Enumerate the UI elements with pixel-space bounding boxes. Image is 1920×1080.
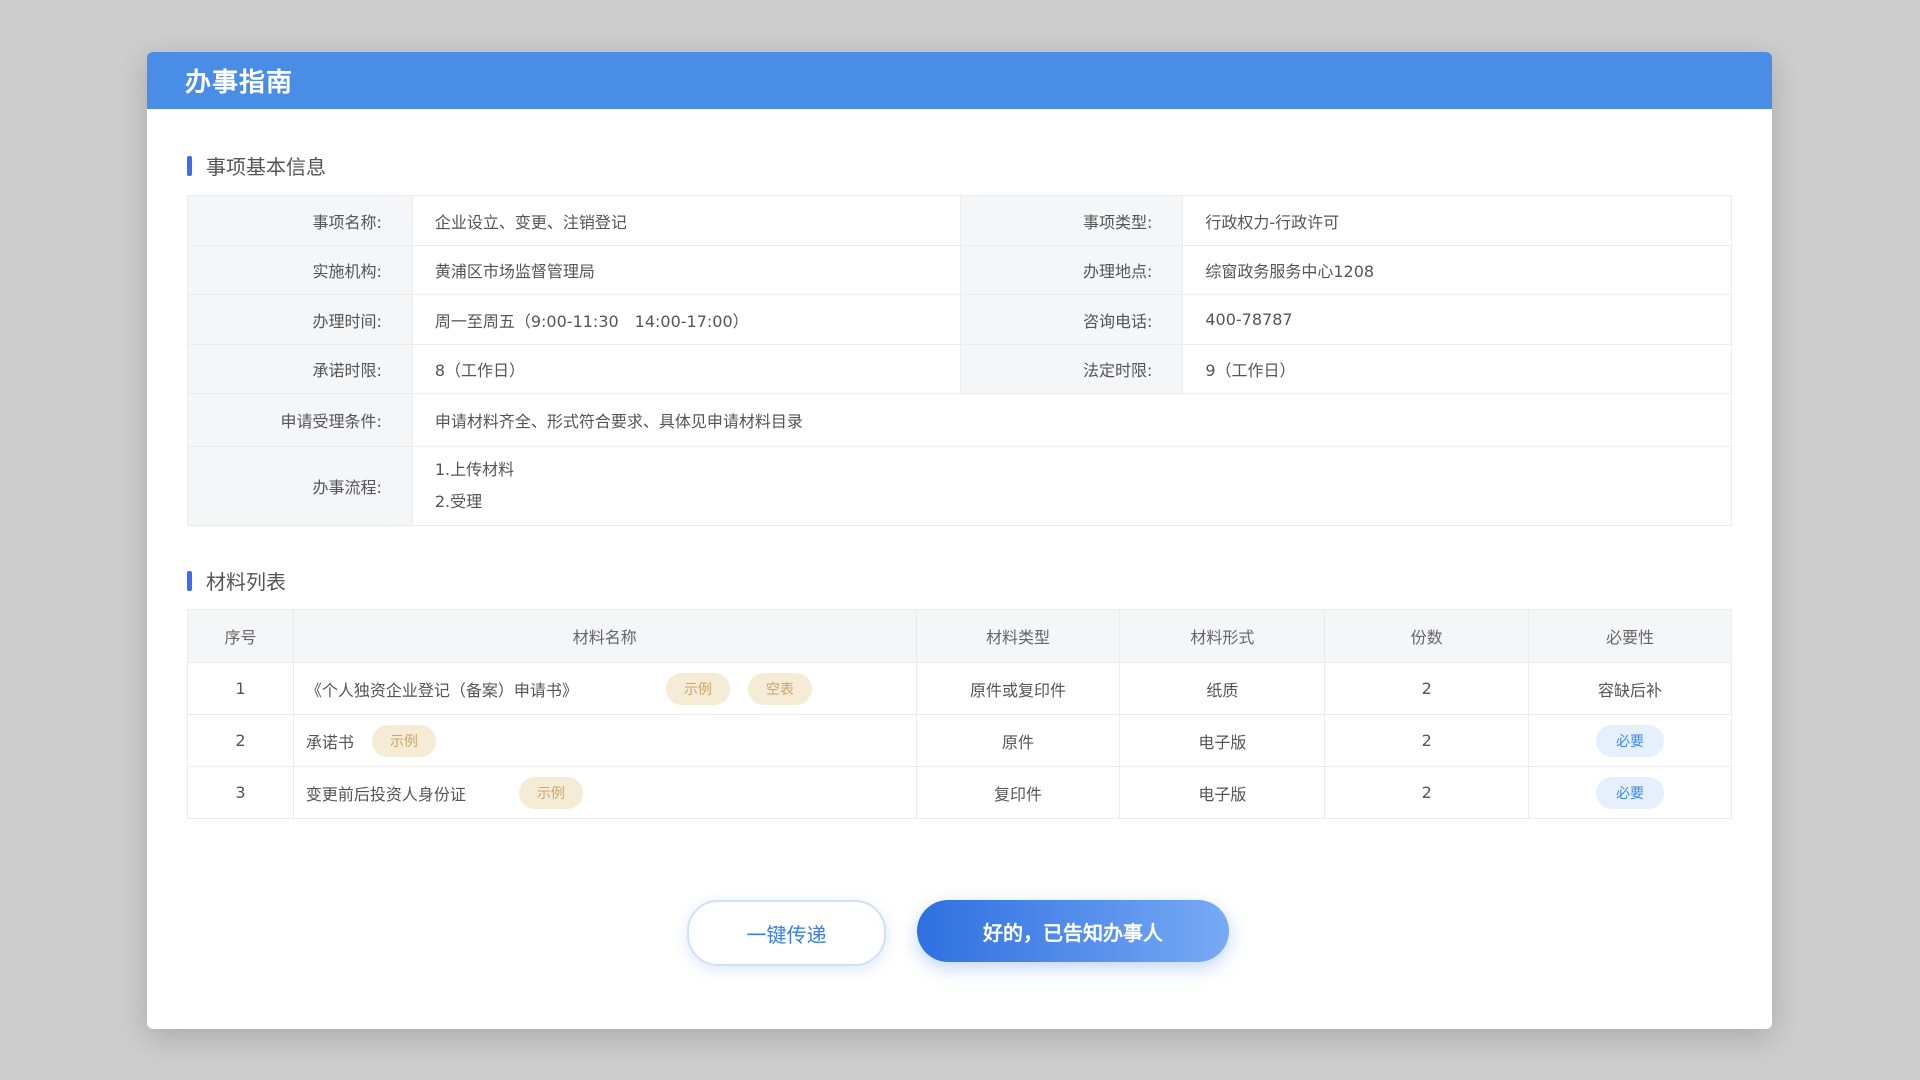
info-label: 承诺时限: — [187, 344, 413, 394]
info-label: 办理地点: — [960, 245, 1184, 295]
row-copies: 2 — [1324, 662, 1530, 715]
info-value: 8（工作日） — [411, 344, 962, 394]
row-copies: 2 — [1324, 766, 1530, 819]
info-row: 办理时间: 周一至周五（9:00-11:30 14:00-17:00） 咨询电话… — [187, 294, 1732, 345]
row-type: 原件 — [915, 714, 1121, 767]
info-value: 综窗政务服务中心1208 — [1182, 245, 1732, 295]
process-steps: 1.上传材料 2.受理 — [411, 446, 1733, 526]
info-label: 办理时间: — [187, 294, 413, 345]
info-value: 黄浦区市场监督管理局 — [411, 245, 962, 295]
dialog-header: 办事指南 — [147, 52, 1772, 109]
info-row: 实施机构: 黄浦区市场监督管理局 办理地点: 综窗政务服务中心1208 — [187, 245, 1732, 295]
table-row: 3 变更前后投资人身份证 示例 复印件 电子版 2 必要 — [187, 766, 1732, 819]
column-header-copies: 份数 — [1324, 609, 1530, 663]
section-accent-bar — [187, 570, 192, 591]
example-tag[interactable]: 示例 — [665, 672, 730, 705]
guide-dialog: 办事指南 事项基本信息 事项名称: 企业设立、变更、注销登记 事项类型: 行政权… — [147, 52, 1772, 1029]
info-label: 实施机构: — [187, 245, 413, 295]
info-row: 承诺时限: 8（工作日） 法定时限: 9（工作日） — [187, 344, 1732, 394]
materials-header-row: 序号 材料名称 材料类型 材料形式 份数 必要性 — [187, 609, 1732, 663]
column-header-name: 材料名称 — [292, 609, 917, 663]
info-label: 法定时限: — [960, 344, 1184, 394]
process-step: 2.受理 — [434, 492, 483, 511]
column-header-form: 材料形式 — [1119, 609, 1326, 663]
info-label: 事项名称: — [187, 195, 413, 246]
column-header-type: 材料类型 — [915, 609, 1121, 663]
condition-row: 申请受理条件: 申请材料齐全、形式符合要求、具体见申请材料目录 — [187, 393, 1733, 447]
info-value: 400-78787 — [1182, 294, 1732, 345]
row-form: 电子版 — [1119, 766, 1326, 819]
info-value: 周一至周五（9:00-11:30 14:00-17:00） — [411, 294, 962, 345]
row-name-cell: 变更前后投资人身份证 示例 — [292, 766, 917, 819]
process-step: 1.上传材料 — [434, 460, 515, 479]
row-copies: 2 — [1324, 714, 1530, 767]
row-no: 3 — [187, 766, 294, 819]
info-label: 咨询电话: — [960, 294, 1184, 345]
row-form: 纸质 — [1119, 662, 1326, 715]
row-name-cell: 承诺书 示例 — [292, 714, 917, 767]
table-row: 2 承诺书 示例 原件 电子版 2 必要 — [187, 714, 1732, 767]
column-header-necessity: 必要性 — [1528, 609, 1732, 663]
process-label: 办事流程: — [187, 446, 413, 526]
condition-label: 申请受理条件: — [187, 393, 413, 447]
row-form: 电子版 — [1119, 714, 1326, 767]
basic-info-table: 事项名称: 企业设立、变更、注销登记 事项类型: 行政权力-行政许可 实施机构:… — [187, 195, 1733, 526]
example-tag[interactable]: 示例 — [518, 776, 583, 809]
example-tag[interactable]: 示例 — [371, 724, 436, 757]
row-necessity-cell: 必要 — [1528, 766, 1732, 819]
column-header-no: 序号 — [187, 609, 294, 663]
table-row: 1 《个人独资企业登记（备案）申请书》 示例 空表 原件或复印件 纸质 2 容缺… — [187, 662, 1732, 715]
info-value: 行政权力-行政许可 — [1182, 195, 1732, 246]
materials-table: 序号 材料名称 材料类型 材料形式 份数 必要性 1 《个人独资企业登记（备案）… — [187, 609, 1732, 819]
basic-info-section-title: 事项基本信息 — [187, 151, 326, 180]
info-value: 9（工作日） — [1182, 344, 1732, 394]
material-name: 《个人独资企业登记（备案）申请书》 — [305, 680, 578, 700]
row-type: 原件或复印件 — [915, 662, 1121, 715]
required-badge: 必要 — [1596, 776, 1665, 809]
blank-form-tag[interactable]: 空表 — [747, 672, 812, 705]
info-value: 企业设立、变更、注销登记 — [411, 195, 962, 246]
material-name: 变更前后投资人身份证 — [305, 784, 466, 804]
confirm-notified-button[interactable]: 好的，已告知办事人 — [917, 900, 1229, 962]
materials-title-text: 材料列表 — [206, 570, 286, 594]
condition-value: 申请材料齐全、形式符合要求、具体见申请材料目录 — [411, 393, 1733, 447]
process-row: 办事流程: 1.上传材料 2.受理 — [187, 446, 1733, 526]
one-click-transfer-button[interactable]: 一键传递 — [687, 900, 886, 966]
material-name: 承诺书 — [305, 732, 354, 752]
row-necessity-cell: 必要 — [1528, 714, 1732, 767]
info-label: 事项类型: — [960, 195, 1184, 246]
row-no: 1 — [187, 662, 294, 715]
materials-section-title: 材料列表 — [187, 566, 286, 595]
section-accent-bar — [187, 155, 192, 176]
basic-info-title-text: 事项基本信息 — [206, 155, 326, 179]
row-type: 复印件 — [915, 766, 1121, 819]
row-name-cell: 《个人独资企业登记（备案）申请书》 示例 空表 — [292, 662, 917, 715]
row-necessity: 容缺后补 — [1528, 662, 1732, 715]
dialog-title: 办事指南 — [185, 68, 294, 98]
info-row: 事项名称: 企业设立、变更、注销登记 事项类型: 行政权力-行政许可 — [187, 195, 1732, 246]
row-no: 2 — [187, 714, 294, 767]
required-badge: 必要 — [1596, 724, 1665, 757]
